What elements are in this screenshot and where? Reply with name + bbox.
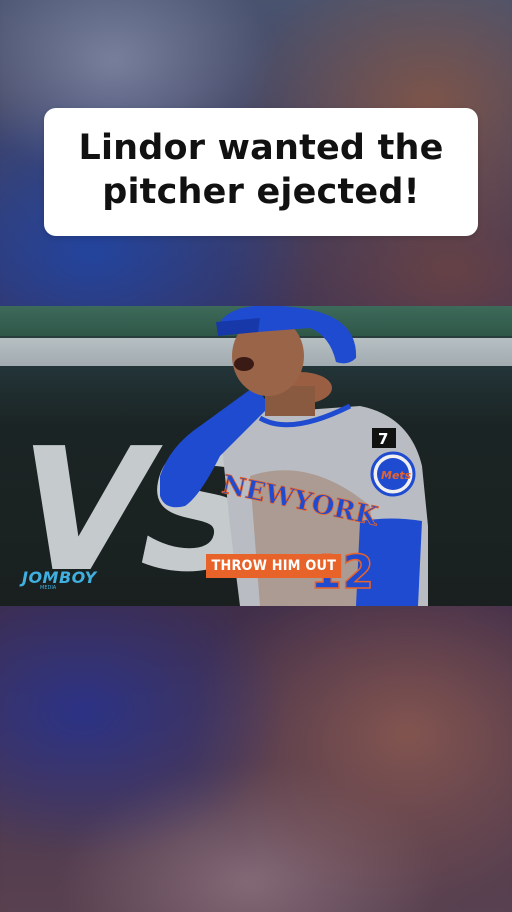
caption-box: Lindor wanted the pitcher ejected! [44,108,478,236]
reel-screen: Lindor wanted the pitcher ejected! VS NE… [0,0,512,912]
caption-line-2: pitcher ejected! [102,172,420,212]
video-subtitle: THROW HIM OUT [206,554,342,578]
jomboy-watermark-sub: MEDIA [40,585,57,591]
sleeve-number: 7 [378,430,388,448]
mets-patch-text: Mets [381,469,412,482]
caption-line-1: Lindor wanted the [78,128,444,168]
video-frame[interactable]: VS NEWYORK 12 Mets 7 JOMBOY MEDIA THROW … [0,306,512,606]
jomboy-watermark: JOMBOY [22,568,97,587]
